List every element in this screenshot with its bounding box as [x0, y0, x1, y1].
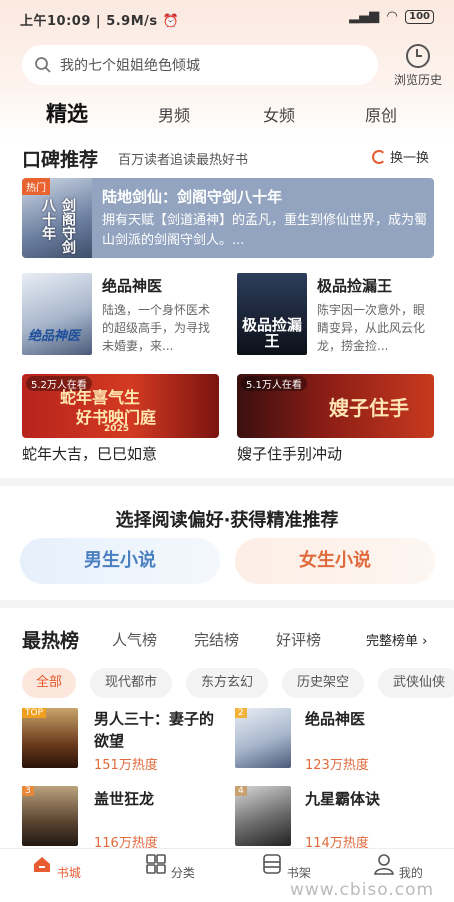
grid-icon [146, 854, 166, 874]
hot-tag: 热门 [22, 178, 50, 195]
refresh-icon [372, 149, 386, 164]
book-title: 绝品神医 [102, 277, 163, 295]
cover-text: 绝品神医 [28, 329, 81, 344]
tab-completed[interactable]: 完结榜 [194, 629, 239, 650]
tab-rating[interactable]: 好评榜 [276, 629, 321, 650]
chip-fantasy[interactable]: 东方玄幻 [186, 668, 268, 698]
book-title: 极品捡漏王 [317, 277, 393, 295]
preference-title: 选择阅读偏好·获得精准推荐 [115, 510, 339, 531]
ranked-book[interactable]: 3 盖世狂龙 116万热度 [22, 786, 227, 851]
book-desc: 陈宇因一次意外，眼睛变异，从此风云化龙，捞金捡... [317, 303, 426, 353]
refresh-button[interactable]: 换一换 [372, 147, 429, 166]
tab-female[interactable]: 女频 [263, 102, 295, 126]
signal-icon: ▂▄▆ [349, 9, 380, 24]
nav-label: 书城 [56, 866, 81, 880]
male-novel-button[interactable]: 男生小说 [20, 538, 220, 584]
section-title-koubei: 口碑推荐 [22, 149, 99, 171]
tab-selected[interactable]: 精选 [46, 98, 88, 128]
section-subtitle-koubei: 百万读者追读最热好书 [118, 153, 249, 168]
full-ranking-link[interactable]: 完整榜单 › [366, 630, 427, 649]
chip-wuxia[interactable]: 武侠仙侠 [378, 668, 454, 698]
category-tabs: 精选 男频 女频 原创 [0, 96, 454, 136]
promo-banner[interactable]: 5.1万人在看 嫂子住手 [237, 374, 434, 438]
rank-badge: TOP [22, 708, 47, 718]
female-novel-button[interactable]: 女生小说 [235, 538, 435, 584]
ranked-book-title: 九星霸体诀 [305, 790, 381, 808]
nav-bookshelf[interactable]: 书架 [256, 853, 316, 881]
ranked-book[interactable]: TOP 男人三十：妻子的欲望 151万热度 [22, 708, 227, 773]
book-cover: 绝品神医 [22, 273, 92, 355]
tab-original[interactable]: 原创 [365, 102, 397, 126]
banner-art-year: 2025 [104, 424, 130, 434]
search-icon [35, 57, 51, 73]
viewers-badge: 5.1万人在看 [241, 376, 307, 391]
nav-label: 我的 [398, 866, 423, 880]
ranking-tabs: 最热榜 人气榜 完结榜 好评榜 完整榜单 › [0, 624, 454, 654]
section-divider [0, 600, 454, 608]
chip-history[interactable]: 历史架空 [282, 668, 364, 698]
section-divider [0, 478, 454, 486]
ranked-book-title: 绝品神医 [305, 710, 366, 728]
banner-art-line1: 嫂子住手 [329, 396, 409, 420]
nav-label: 分类 [170, 866, 195, 880]
watermark: www.cbiso.com [290, 880, 435, 900]
nav-label: 书架 [286, 866, 311, 880]
search-placeholder: 我的七个姐姐绝色倾城 [60, 58, 200, 74]
tab-male[interactable]: 男频 [158, 102, 190, 126]
wifi-icon: ◠ [387, 9, 398, 24]
book-desc: 陆逸，一个身怀医术的超级高手，为寻找未婚妻，来... [102, 303, 211, 353]
featured-book-card[interactable]: 剑阁守剑八十年 热门 陆地剑仙：剑阁守剑八十年 拥有天赋【剑道通神】的孟凡，重生… [22, 178, 434, 258]
nav-profile[interactable]: 我的 [368, 853, 428, 881]
rank-badge: 3 [22, 786, 34, 796]
refresh-label: 换一换 [390, 151, 430, 166]
cover-text: 极品捡漏王 [241, 316, 302, 350]
status-bar: 上午10:09 | 5.9M/s ⏰ ▂▄▆ ◠ 100 [0, 0, 454, 34]
history-label: 浏览历史 [393, 73, 442, 87]
chip-all[interactable]: 全部 [22, 668, 76, 698]
book-card[interactable]: 极品捡漏王 极品捡漏王 陈宇因一次意外，眼睛变异，从此风云化龙，捞金捡... [237, 273, 437, 363]
ranked-book[interactable]: 2 绝品神医 123万热度 [235, 708, 440, 773]
nav-category[interactable]: 分类 [140, 853, 200, 881]
ranked-book-title: 男人三十：妻子的欲望 [94, 710, 215, 750]
search-bar[interactable]: 我的七个姐姐绝色倾城 [22, 45, 378, 85]
book-cover: 极品捡漏王 [237, 273, 307, 355]
chip-urban[interactable]: 现代都市 [90, 668, 172, 698]
rank-badge: 4 [235, 786, 247, 796]
ranked-book-heat: 151万热度 [94, 758, 158, 773]
rank-badge: 2 [235, 708, 247, 718]
featured-book-title: 陆地剑仙：剑阁守剑八十年 [102, 188, 283, 206]
bookshelf-icon [263, 854, 281, 874]
clock-icon [406, 44, 430, 68]
ranked-book[interactable]: 4 九星霸体诀 114万热度 [235, 786, 440, 851]
promo-banner[interactable]: 5.2万人在看 蛇年喜气生 好书映门庭 2025 [22, 374, 219, 438]
user-icon [374, 854, 395, 875]
status-time: 上午10:09 [20, 14, 91, 29]
featured-book-desc: 拥有天赋【剑道通神】的孟凡，重生到修仙世界，成为蜀山剑派的剑阁守剑人。... [102, 213, 428, 248]
book-card[interactable]: 绝品神医 绝品神医 陆逸，一个身怀医术的超级高手，为寻找未婚妻，来... [22, 273, 222, 363]
ranking-title[interactable]: 最热榜 [22, 626, 79, 653]
home-icon [34, 857, 51, 872]
banner-caption[interactable]: 嫂子住手别冲动 [237, 443, 342, 464]
banner-caption[interactable]: 蛇年大吉，巳巳如意 [22, 443, 157, 464]
tab-popular[interactable]: 人气榜 [112, 629, 157, 650]
nav-bookstore[interactable]: 书城 [26, 853, 86, 881]
browse-history-button[interactable]: 浏览历史 [388, 44, 448, 88]
ranked-book-title: 盖世狂龙 [94, 790, 155, 808]
featured-cover-text: 剑阁守剑八十年 [40, 198, 76, 254]
status-speed: 5.9M/s [106, 14, 158, 29]
ranked-book-heat: 123万热度 [305, 758, 369, 773]
battery-icon: 100 [405, 9, 434, 24]
